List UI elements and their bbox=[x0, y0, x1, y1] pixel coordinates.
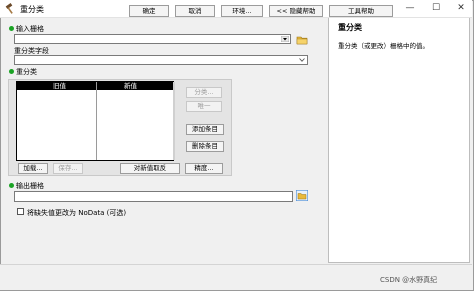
input-raster-combo[interactable] bbox=[14, 34, 291, 44]
ok-button[interactable]: 确定 bbox=[129, 5, 169, 17]
required-dot-icon bbox=[9, 69, 14, 74]
hammer-icon bbox=[5, 3, 13, 14]
environments-button[interactable]: 环境... bbox=[221, 5, 263, 17]
required-dot-icon bbox=[9, 183, 14, 188]
output-raster-field[interactable] bbox=[14, 191, 293, 202]
table-scrollbar[interactable] bbox=[173, 82, 175, 160]
hide-help-button[interactable]: << 隐藏帮助 bbox=[269, 5, 323, 17]
browse-folder-icon[interactable] bbox=[296, 190, 308, 201]
chevron-down-icon[interactable] bbox=[299, 58, 305, 62]
maximize-button[interactable]: ☐ bbox=[430, 3, 442, 14]
window-title: 重分类 bbox=[20, 5, 44, 14]
close-button[interactable]: ✕ bbox=[455, 3, 467, 14]
watermark-text: CSDN @水野真纪 bbox=[380, 276, 438, 284]
output-raster-label: 输出栅格 bbox=[9, 181, 44, 191]
required-dot-icon bbox=[9, 26, 14, 31]
reclassification-label: 重分类 bbox=[9, 67, 37, 77]
reclass-field-combo[interactable] bbox=[14, 55, 308, 65]
load-button[interactable]: 加载... bbox=[18, 163, 48, 174]
reverse-new-values-button[interactable]: 对新值取反 bbox=[120, 163, 180, 174]
minimize-button[interactable]: — bbox=[404, 3, 416, 14]
dropdown-arrow-icon[interactable] bbox=[281, 36, 289, 42]
reclass-table[interactable] bbox=[16, 81, 174, 161]
nodata-checkbox[interactable] bbox=[17, 208, 24, 215]
classify-button[interactable]: 分类... bbox=[186, 87, 222, 98]
precision-button[interactable]: 精度... bbox=[185, 163, 223, 174]
delete-entry-button[interactable]: 删除条目 bbox=[186, 141, 224, 152]
help-panel: 重分类 重分类（或更改）栅格中的值。 bbox=[328, 18, 470, 263]
help-description: 重分类（或更改）栅格中的值。 bbox=[338, 42, 429, 50]
cancel-button[interactable]: 取消 bbox=[175, 5, 215, 17]
reclass-table-header: 旧值 新值 bbox=[17, 82, 173, 90]
help-title: 重分类 bbox=[338, 23, 362, 32]
column-header-new[interactable]: 新值 bbox=[124, 82, 137, 90]
browse-folder-icon[interactable] bbox=[296, 34, 308, 45]
column-separator bbox=[96, 82, 97, 160]
add-entry-button[interactable]: 添加条目 bbox=[186, 124, 224, 135]
nodata-checkbox-label: 将缺失值更改为 NoData (可选) bbox=[27, 209, 127, 217]
input-raster-label: 输入栅格 bbox=[9, 24, 44, 34]
tool-help-button[interactable]: 工具帮助 bbox=[329, 5, 393, 17]
column-header-old[interactable]: 旧值 bbox=[53, 82, 66, 90]
unique-button[interactable]: 唯一 bbox=[186, 101, 222, 112]
save-button[interactable]: 保存... bbox=[53, 163, 83, 174]
